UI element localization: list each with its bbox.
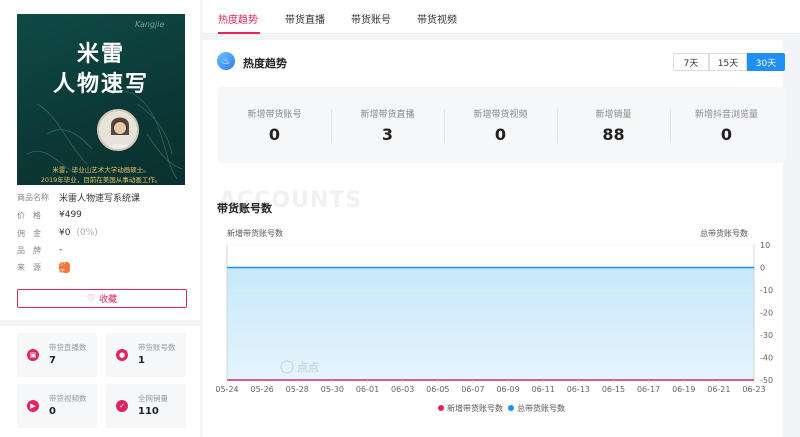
x-tick-label: 05-30: [321, 385, 344, 394]
x-tick-label: 05-24: [215, 385, 238, 394]
stat-label: 带货账号数: [138, 343, 176, 352]
author-avatar: [97, 109, 139, 151]
stat-value: 1: [138, 355, 145, 366]
legend-marker-total: [508, 405, 514, 411]
product-price-value: ¥499: [59, 210, 82, 220]
product-commission-rate: (0%): [76, 228, 98, 238]
x-tick-label: 06-19: [672, 385, 695, 394]
product-brand-value: -: [59, 245, 63, 255]
product-source-row: 来 源 小店: [17, 260, 70, 276]
product-commission-value: ¥0: [59, 228, 71, 238]
user-icon: ●: [116, 349, 128, 361]
x-tick-label: 06-13: [567, 385, 590, 394]
panel-divider: [0, 320, 200, 326]
heart-icon: ♡: [86, 293, 96, 304]
stat-card-accounts: ● 带货账号数 1: [106, 333, 186, 377]
product-price-label: 价 格: [17, 210, 41, 220]
stat-value: 0: [49, 406, 56, 417]
favorite-button-label: 收藏: [99, 295, 118, 305]
product-commission-row: 佣 金 ¥0 (0%): [17, 226, 98, 240]
cover-signature: Kangjie: [135, 20, 165, 29]
y-tick-label: 0: [760, 264, 765, 273]
x-tick-label: 06-01: [356, 385, 379, 394]
x-tick-label: 06-05: [426, 385, 449, 394]
tab-heat-trend[interactable]: 热度趋势: [218, 11, 258, 26]
sales-icon: ✓: [116, 400, 128, 412]
x-tick-label: 06-09: [496, 385, 519, 394]
active-tab-indicator: [218, 32, 260, 34]
product-price-row: 价 格 ¥499: [17, 208, 82, 222]
favorite-button[interactable]: ♡ 收藏: [17, 289, 187, 308]
legend-marker-new: [438, 405, 444, 411]
stat-label: 带货视频数: [49, 394, 87, 403]
product-brand-label: 品 牌: [17, 245, 41, 255]
x-tick-label: 06-07: [461, 385, 484, 394]
tab-live[interactable]: 带货直播: [285, 11, 325, 26]
product-source-label: 来 源: [17, 262, 41, 272]
stat-card-videos: ▶ 带货视频数 0: [17, 384, 97, 428]
stat-card-live: ▣ 带货直播数 7: [17, 333, 97, 377]
product-cover-image: Kangjie 米雷 人物速写 米雷，毕业山艺术大学动画硕士。 2019年毕业，…: [17, 14, 185, 185]
tab-videos[interactable]: 带货视频: [417, 11, 457, 26]
x-tick-label: 06-17: [637, 385, 660, 394]
x-tick-label: 06-15: [602, 385, 625, 394]
cover-caption-line1: 米雷，毕业山艺术大学动画硕士。: [52, 166, 150, 174]
y-tick-label: -10: [760, 286, 773, 295]
shop-source-icon: 小店: [59, 260, 70, 276]
accounts-line-chart: 10 0 -10 -20 -30 -40 -50 05-24 05-26 05-28 05-30 06…: [215, 241, 773, 413]
product-name-value: 米雷人物速写系统课: [59, 193, 141, 204]
live-icon: ▣: [27, 349, 39, 361]
cover-caption-line2: 2019年毕业，目前在美国从事动画工作。: [40, 176, 162, 184]
x-tick-label: 05-26: [251, 385, 274, 394]
x-tick-label: 06-03: [391, 385, 414, 394]
y-tick-label: -40: [760, 354, 773, 363]
stat-value: 7: [49, 355, 56, 366]
y-tick-label: 10: [760, 241, 770, 250]
tab-bar: 热度趋势 带货直播 带货账号 带货视频: [203, 0, 800, 34]
cover-title-line1: 米雷: [76, 41, 125, 67]
cover-title-line2: 人物速写: [52, 71, 149, 97]
y-tick-label: -50: [760, 376, 773, 385]
product-commission-label: 佣 金: [17, 228, 41, 238]
stat-label: 带货直播数: [49, 343, 87, 352]
video-icon: ▶: [27, 400, 39, 412]
x-tick-label: 05-28: [286, 385, 309, 394]
stat-value: 110: [138, 406, 159, 417]
legend-label-new: 新增带货账号数: [447, 403, 503, 413]
product-brand-row: 品 牌 -: [17, 243, 62, 257]
product-name-label: 商品名称: [17, 192, 49, 202]
stat-card-sales: ✓ 全网销量 110: [106, 384, 186, 428]
chart-logo-text: 点点: [297, 360, 319, 374]
product-name-row: 商品名称 米雷人物速写系统课: [17, 190, 140, 204]
product-panel: Kangjie 米雷 人物速写 米雷，毕业山艺术大学动画硕士。 2019年毕业，…: [0, 0, 200, 437]
x-tick-label: 06-21: [707, 385, 730, 394]
x-tick-label: 06-23: [742, 385, 765, 394]
tab-accounts[interactable]: 带货账号: [351, 11, 391, 26]
y-tick-label: -20: [760, 309, 773, 318]
stat-label: 全网销量: [138, 394, 168, 403]
x-tick-label: 06-11: [532, 385, 555, 394]
y-tick-label: -30: [760, 331, 773, 340]
main-content: ♨ 热度趋势 7天 15天 30天 新增带货账号 0 新增带货直播 3 新增带货…: [203, 40, 786, 437]
legend-label-total: 总带货账号数: [517, 403, 565, 413]
